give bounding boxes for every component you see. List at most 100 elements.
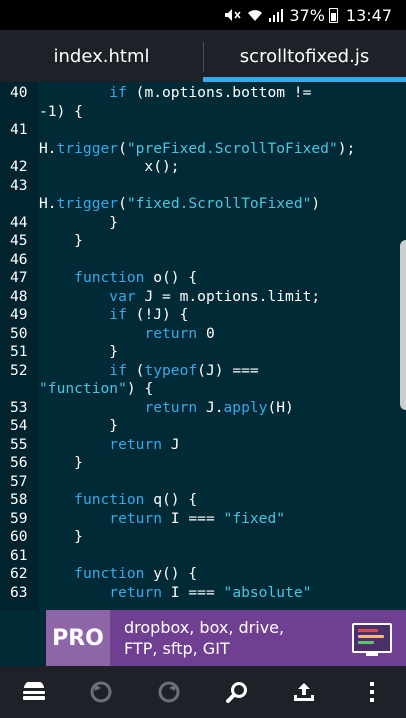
line-number: 44 [10, 213, 28, 231]
clock: 13:47 [345, 5, 392, 25]
line-text: if (typeof(J) === [109, 361, 259, 379]
line-text: } [39, 232, 83, 249]
code-line[interactable]: 57 [0, 473, 406, 492]
code-line[interactable]: 58 function q() { [0, 491, 406, 510]
scroll-handle[interactable] [400, 240, 406, 410]
code-editor[interactable]: 40 if (m.options.bottom != -1) { 41 H.trigg… [0, 82, 406, 610]
undo-button[interactable] [81, 672, 121, 712]
code-line[interactable]: 55 return J [0, 436, 406, 455]
code-line[interactable]: 46 [0, 251, 406, 270]
line-text: function y() { [74, 565, 198, 582]
line-number: 56 [10, 454, 28, 471]
more-button[interactable] [352, 672, 392, 712]
line-text: return J.apply(H) [144, 398, 294, 416]
code-line[interactable]: 41 [0, 121, 406, 140]
code-line[interactable]: 47 function o() { [0, 269, 406, 288]
code-line[interactable]: 50 return 0 [0, 325, 406, 344]
line-text: var J = m.options.limit; [109, 287, 321, 305]
search-button[interactable] [217, 672, 257, 712]
code-line[interactable]: 54 } [0, 417, 406, 436]
tab-label: index.html [53, 45, 150, 67]
line-text: return I === "absolute" [109, 583, 312, 601]
line-text: H.trigger("preFixed.ScrollToFixed"); [39, 139, 356, 157]
line-text: } [39, 417, 119, 434]
line-text: x(); [39, 158, 180, 175]
code-line[interactable]: 45 } [0, 232, 406, 251]
pro-badge: PRO [46, 610, 110, 666]
signal-icon [269, 8, 284, 22]
line-number: 63 [10, 583, 28, 601]
line-number: 45 [10, 232, 28, 249]
line-number: 48 [10, 287, 28, 305]
battery-percent: 37% [289, 5, 325, 25]
code-line[interactable]: 51 } [0, 343, 406, 362]
line-number: 41 [10, 121, 28, 138]
line-text: if (!J) { [109, 306, 189, 323]
code-line[interactable]: 43 [0, 177, 406, 196]
ad-left-strip [0, 610, 46, 666]
line-number: 54 [10, 417, 28, 434]
line-text: } [39, 343, 119, 360]
code-line[interactable]: 48 var J = m.options.limit; [0, 288, 406, 307]
line-text: } [39, 454, 83, 471]
ad-line-1: dropbox, box, drive, [124, 618, 285, 637]
code-line[interactable]: 56 } [0, 454, 406, 473]
tab-divider [203, 42, 204, 72]
upload-icon [294, 683, 315, 701]
redo-button[interactable] [149, 672, 189, 712]
code-line[interactable]: 40 if (m.options.bottom != [0, 84, 406, 103]
upload-button[interactable] [284, 672, 324, 712]
line-number: 50 [10, 324, 28, 342]
line-number: 55 [10, 435, 28, 453]
line-number: 62 [10, 565, 28, 582]
line-text: function q() { [74, 491, 198, 508]
line-number: 47 [10, 269, 28, 286]
pro-ad-banner[interactable]: PRO dropbox, box, drive, FTP, sftp, GIT [46, 610, 406, 666]
mute-icon [223, 8, 241, 22]
status-bar: 37% 13:47 [0, 0, 406, 30]
undo-icon [90, 681, 112, 703]
line-number: 52 [10, 361, 28, 379]
line-text: function o() { [74, 269, 198, 286]
line-number: 49 [10, 306, 28, 323]
line-number: 60 [10, 528, 28, 545]
code-line[interactable]: "function") { [0, 380, 406, 399]
line-text: H.trigger("fixed.ScrollToFixed") [39, 195, 321, 212]
line-text: return 0 [144, 324, 215, 342]
line-number: 46 [10, 250, 28, 268]
bottom-toolbar [0, 666, 406, 718]
more-icon [370, 682, 375, 702]
line-number: 43 [10, 176, 28, 194]
code-line[interactable]: 63 return I === "absolute" [0, 584, 406, 603]
tab-index-html[interactable]: index.html [0, 30, 203, 82]
line-number: 58 [10, 491, 28, 508]
battery-icon [328, 7, 338, 23]
code-line[interactable]: 59 return I === "fixed" [0, 510, 406, 529]
keyboard-icon [22, 682, 45, 700]
code-line[interactable]: 49 if (!J) { [0, 306, 406, 325]
ad-line-2: FTP, sftp, GIT [124, 639, 230, 658]
monitor-icon [352, 623, 392, 656]
code-line[interactable]: 62 function y() { [0, 565, 406, 584]
ad-text: dropbox, box, drive, FTP, sftp, GIT [124, 617, 352, 659]
code-line[interactable]: 61 [0, 547, 406, 566]
redo-icon [158, 681, 180, 703]
keyboard-button[interactable] [14, 672, 54, 712]
code-line[interactable]: H.trigger("preFixed.ScrollToFixed"); [0, 140, 406, 159]
line-text: "function") { [39, 380, 154, 397]
code-line[interactable]: 53 return J.apply(H) [0, 399, 406, 418]
line-text: } [39, 528, 83, 545]
tab-label: scrolltofixed.js [239, 45, 370, 67]
wifi-icon [247, 8, 263, 22]
code-line[interactable]: 44 } [0, 214, 406, 233]
search-icon [225, 682, 247, 703]
code-line[interactable]: 52 if (typeof(J) === [0, 362, 406, 381]
code-line[interactable]: 42 x(); [0, 158, 406, 177]
line-number: 57 [10, 472, 28, 490]
tab-scrolltofixed-js[interactable]: scrolltofixed.js [203, 30, 406, 82]
code-line[interactable]: H.trigger("fixed.ScrollToFixed") [0, 195, 406, 214]
code-line[interactable]: 60 } [0, 528, 406, 547]
line-text: } [39, 213, 119, 231]
line-text: -1) { [39, 102, 83, 120]
code-line[interactable]: -1) { [0, 103, 406, 122]
